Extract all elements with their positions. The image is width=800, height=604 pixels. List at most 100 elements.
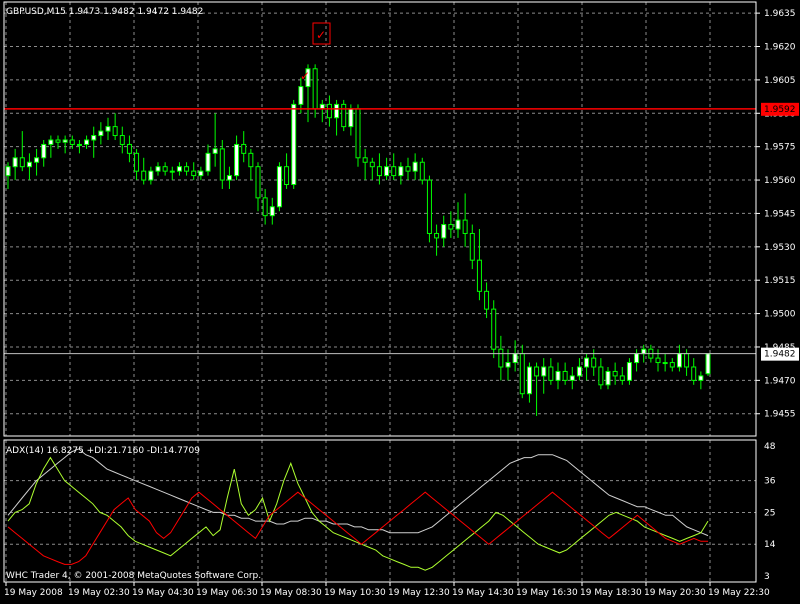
- time-tick-label: 19 May 10:30: [324, 588, 386, 598]
- candle-body: [526, 366, 532, 395]
- candle-body: [455, 219, 461, 230]
- candle-body: [276, 166, 282, 208]
- candle-body: [298, 86, 304, 105]
- indicator-label: ADX(14) 16.8275 +DI:21.7160 -DI:14.7709: [6, 446, 200, 456]
- candle-body: [676, 353, 682, 368]
- time-tick-label: 19 May 12:30: [388, 588, 450, 598]
- candle-body: [505, 362, 511, 368]
- candle-body: [55, 139, 61, 143]
- time-tick-label: 19 May 04:30: [132, 588, 194, 598]
- candle-body: [198, 170, 204, 177]
- price-tick-label: 1.9605: [764, 76, 796, 86]
- time-tick-label: 19 May 20:30: [644, 588, 706, 598]
- candle-body: [641, 348, 647, 355]
- price-tick-label: 1.9455: [764, 410, 796, 420]
- current-price-text: 1.9482: [764, 350, 796, 360]
- indicator-tick-label: 25: [764, 508, 775, 518]
- candle-body: [19, 157, 25, 168]
- candle-body: [448, 224, 454, 230]
- candle-body: [69, 139, 75, 145]
- candle-body: [662, 362, 668, 365]
- candle-body: [226, 175, 232, 181]
- candle-body: [34, 157, 40, 163]
- candle-body: [119, 135, 125, 145]
- candle-body: [134, 152, 140, 172]
- candle-body: [469, 232, 475, 261]
- candle-body: [41, 143, 47, 159]
- candle-body: [191, 170, 197, 177]
- price-tick-label: 1.9470: [764, 376, 796, 386]
- candle-body: [291, 103, 297, 186]
- chart-background: [0, 0, 800, 600]
- candle-body: [62, 139, 68, 143]
- price-tick-label: 1.9635: [764, 9, 796, 19]
- candle-body: [5, 166, 11, 177]
- candle-body: [169, 170, 175, 173]
- candle-body: [698, 375, 704, 381]
- indicator-tick-label: 3: [764, 572, 770, 582]
- candle-body: [612, 370, 618, 377]
- candle-body: [591, 357, 597, 368]
- candle-body: [491, 308, 497, 350]
- candle-body: [541, 366, 547, 377]
- candle-body: [176, 166, 182, 172]
- candle-body: [255, 166, 261, 199]
- candle-body: [248, 152, 254, 168]
- candle-body: [334, 103, 340, 119]
- candle-body: [355, 108, 361, 159]
- candle-body: [534, 366, 540, 377]
- check-marker-glyph: ✓: [316, 28, 326, 42]
- candle-body: [155, 166, 161, 172]
- chart-window[interactable]: 1.96351.96201.96051.95901.95751.95601.95…: [0, 0, 800, 600]
- candle-body: [441, 224, 447, 239]
- candle-body: [48, 139, 54, 145]
- candle-body: [369, 161, 375, 168]
- candle-body: [705, 353, 711, 375]
- candle-body: [219, 148, 225, 181]
- candle-body: [26, 161, 32, 168]
- candle-body: [484, 290, 490, 310]
- price-tick-label: 1.9560: [764, 176, 796, 186]
- symbol-info: GBPUSD,M15 1.9473 1.9482 1.9472 1.9482: [6, 7, 203, 17]
- candle-body: [512, 353, 518, 364]
- candle-body: [584, 357, 590, 368]
- candle-body: [284, 166, 290, 186]
- candle-body: [141, 170, 147, 181]
- candle-body: [212, 148, 218, 154]
- price-tick-label: 1.9530: [764, 243, 796, 253]
- candle-body: [376, 166, 382, 177]
- time-tick-label: 19 May 18:30: [580, 588, 642, 598]
- candle-body: [148, 170, 154, 181]
- candle-body: [326, 103, 332, 119]
- current-price-label: 1.9482: [761, 347, 799, 361]
- candle-body: [626, 362, 632, 381]
- candle-body: [412, 161, 418, 172]
- chart-canvas[interactable]: 1.96351.96201.96051.95901.95751.95601.95…: [0, 0, 800, 600]
- candle-body: [126, 143, 132, 154]
- price-tick-label: 1.9545: [764, 209, 796, 219]
- time-tick-label: 19 May 14:30: [452, 588, 514, 598]
- candle-body: [391, 166, 397, 177]
- price-tick-label: 1.9500: [764, 310, 796, 320]
- candle-body: [398, 166, 404, 177]
- candle-body: [562, 370, 568, 381]
- time-tick-label: 19 May 2008: [4, 588, 63, 598]
- time-tick-label: 19 May 16:30: [516, 588, 578, 598]
- candle-body: [426, 179, 432, 234]
- candle-body: [12, 157, 18, 168]
- candle-body: [341, 103, 347, 128]
- candle-body: [362, 157, 368, 163]
- price-tick-label: 1.9515: [764, 276, 796, 286]
- candle-body: [84, 139, 90, 145]
- candle-body: [262, 197, 268, 217]
- candle-body: [598, 366, 604, 386]
- level-price-text: 1.9592: [764, 105, 796, 115]
- candle-body: [184, 166, 190, 172]
- candle-body: [419, 161, 425, 181]
- time-tick-label: 19 May 08:30: [260, 588, 322, 598]
- candle-body: [312, 68, 318, 110]
- candle-body: [434, 232, 440, 239]
- candle-body: [634, 353, 640, 364]
- indicator-tick-label: 14: [764, 540, 776, 550]
- candle-body: [548, 366, 554, 381]
